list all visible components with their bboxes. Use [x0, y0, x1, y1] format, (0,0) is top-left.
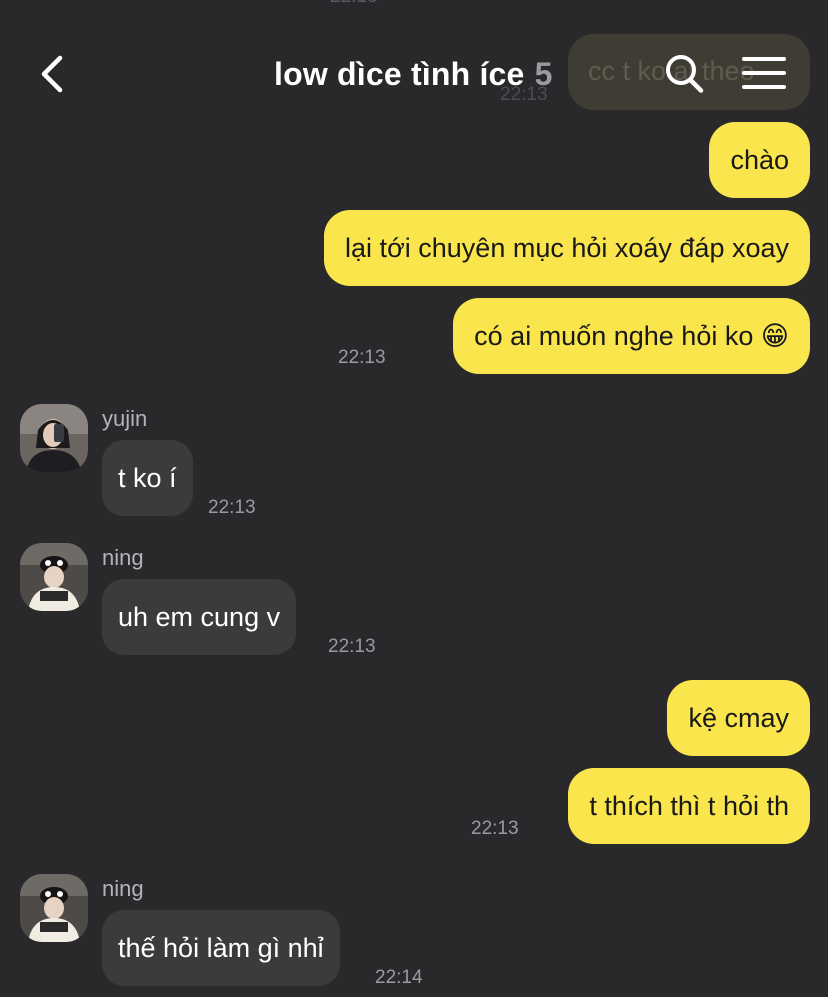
- sender-name: ning: [102, 545, 144, 570]
- avatar-photo-icon: [20, 543, 88, 611]
- message-timestamp: 22:13: [471, 818, 519, 839]
- my-message-bubble[interactable]: chào: [709, 122, 810, 198]
- chat-title: low dìce tình íce 5: [274, 56, 553, 93]
- menu-button[interactable]: [742, 54, 786, 94]
- search-icon: [666, 55, 704, 93]
- avatar-yujin[interactable]: [20, 404, 88, 472]
- their-message-bubble[interactable]: thế hỏi làm gì nhỉ: [102, 910, 340, 986]
- avatar-photo-icon: [20, 874, 88, 942]
- message-timestamp: 22:13: [328, 636, 376, 657]
- my-message-bubble[interactable]: có ai muốn nghe hỏi ko 😁: [453, 298, 810, 374]
- member-count: 5: [534, 56, 553, 92]
- avatar-ning[interactable]: [20, 874, 88, 942]
- message-timestamp: 22:13: [208, 497, 256, 518]
- avatar-ning[interactable]: [20, 543, 88, 611]
- my-message-text: có ai muốn nghe hỏi ko 😁: [474, 321, 789, 351]
- avatar-photo-icon: [20, 404, 88, 472]
- my-message-bubble[interactable]: lại tới chuyên mục hỏi xoáy đáp xoay: [324, 210, 810, 286]
- their-message-bubble[interactable]: uh em cung v: [102, 579, 297, 655]
- search-button[interactable]: [662, 52, 706, 96]
- back-button[interactable]: [36, 52, 76, 96]
- top-timestamp: 22:13: [330, 0, 378, 8]
- message-timestamp: 22:13: [338, 347, 386, 368]
- chat-name: low dìce tình íce: [274, 56, 525, 92]
- my-message-bubble[interactable]: t thích thì t hỏi th: [568, 768, 810, 844]
- menu-icon: [742, 57, 786, 89]
- my-message-bubble[interactable]: kệ cmay: [667, 680, 810, 756]
- back-arrow-icon: [41, 55, 63, 93]
- sender-name: yujin: [102, 406, 148, 431]
- message-timestamp: 22:14: [375, 967, 423, 988]
- their-message-bubble[interactable]: t ko í: [102, 440, 193, 516]
- sender-name: ning: [102, 876, 144, 901]
